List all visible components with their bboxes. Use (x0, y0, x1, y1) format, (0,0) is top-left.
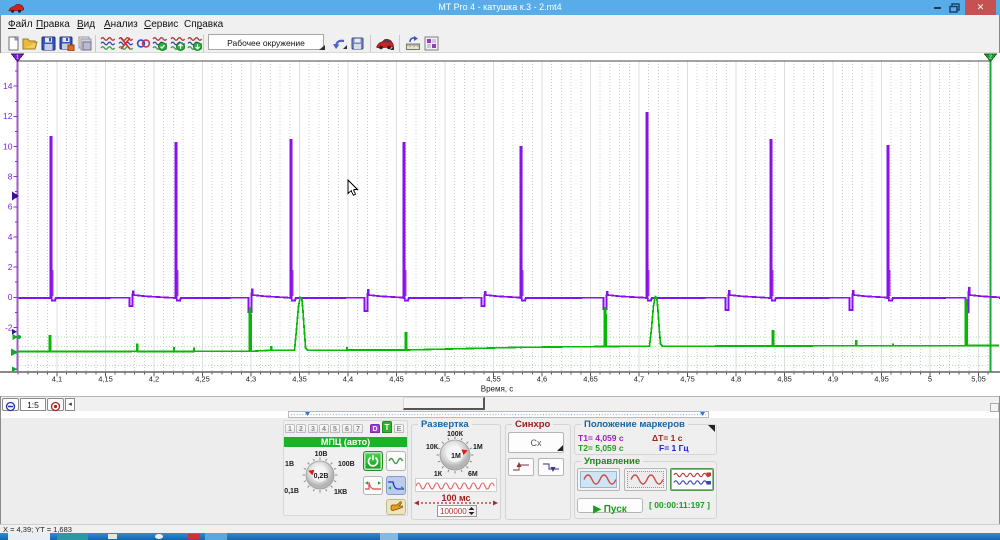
svg-text:1М: 1М (451, 453, 461, 460)
svg-text:10В: 10В (315, 451, 328, 458)
svg-text:0,1В: 0,1В (284, 488, 299, 495)
svg-text:1КВ: 1КВ (334, 489, 347, 496)
svg-text:100В: 100В (338, 461, 355, 468)
svg-text:1В: 1В (285, 461, 294, 468)
svg-text:0,2В: 0,2В (314, 473, 329, 480)
svg-text:100К: 100К (447, 431, 464, 438)
svg-text:10К: 10К (426, 444, 439, 451)
svg-text:1М: 1М (473, 444, 483, 451)
svg-text:1К: 1К (434, 471, 443, 478)
svg-text:6М: 6М (468, 471, 478, 478)
